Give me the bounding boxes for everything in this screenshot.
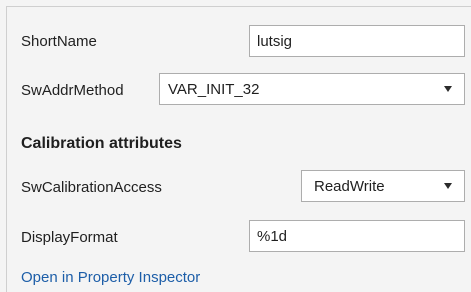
- sw-calibration-access-label: SwCalibrationAccess: [21, 179, 162, 196]
- sw-addr-method-label: SwAddrMethod: [21, 82, 124, 99]
- display-format-input[interactable]: [249, 220, 465, 252]
- chevron-down-icon: [444, 86, 452, 92]
- short-name-input[interactable]: [249, 25, 465, 57]
- sw-calibration-access-dropdown[interactable]: ReadWrite: [301, 170, 465, 202]
- display-format-label: DisplayFormat: [21, 229, 118, 246]
- chevron-down-icon: [444, 183, 452, 189]
- short-name-label: ShortName: [21, 33, 97, 50]
- sw-addr-method-dropdown[interactable]: VAR_INIT_32: [159, 73, 465, 105]
- open-property-inspector-link[interactable]: Open in Property Inspector: [21, 269, 200, 286]
- calibration-attributes-heading: Calibration attributes: [21, 135, 182, 152]
- properties-panel: ShortName SwAddrMethod VAR_INIT_32 Calib…: [6, 6, 471, 292]
- sw-calibration-access-value: ReadWrite: [314, 177, 385, 195]
- sw-addr-method-value: VAR_INIT_32: [168, 80, 260, 98]
